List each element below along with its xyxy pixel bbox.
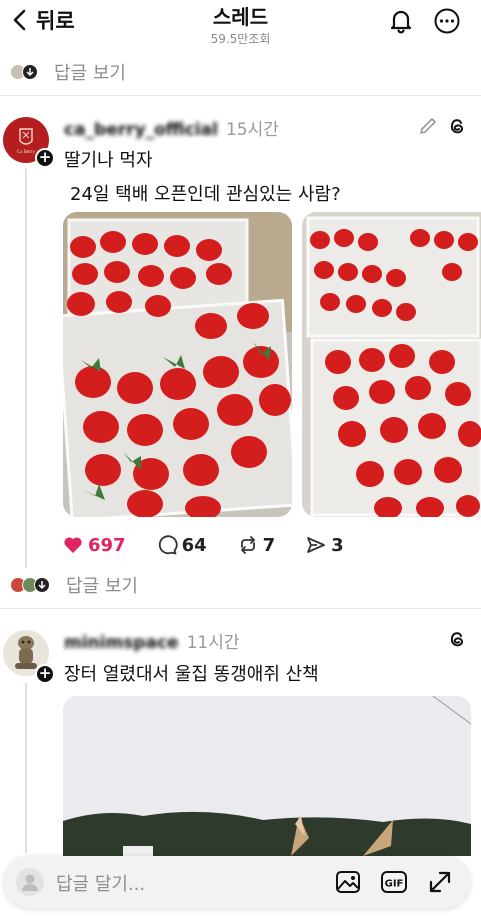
- comment-count: 64: [181, 534, 207, 556]
- view-replies-row[interactable]: 답글 보기: [0, 565, 481, 605]
- my-avatar: [16, 868, 44, 896]
- threads-logo-icon[interactable]: [446, 115, 468, 137]
- strawberry-photo: [63, 212, 292, 517]
- repost-button[interactable]: 7: [237, 534, 276, 556]
- reply-composer[interactable]: 답글 달기... GIF: [4, 856, 470, 908]
- comment-icon: [158, 535, 178, 555]
- username[interactable]: minimspace: [64, 633, 179, 653]
- follow-plus-icon[interactable]: +: [35, 148, 55, 168]
- share-count: 3: [331, 534, 344, 556]
- gif-icon[interactable]: GIF: [380, 868, 408, 896]
- post-time: 15시간: [225, 120, 279, 140]
- post-photo[interactable]: [63, 212, 292, 517]
- view-replies-row[interactable]: 답글 보기: [0, 52, 481, 92]
- more-options-icon[interactable]: [433, 7, 461, 35]
- like-button[interactable]: 697: [62, 534, 126, 556]
- follow-plus-icon[interactable]: +: [35, 664, 55, 684]
- post-time: 11시간: [186, 633, 240, 653]
- post-actions: 697 64 7 3: [62, 532, 374, 558]
- top-bar: 뒤로 스레드 59.5만조회: [0, 0, 481, 46]
- thread-line: [25, 168, 27, 568]
- svg-text:Ca Berry: Ca Berry: [17, 150, 36, 155]
- reply-avatar: [22, 64, 38, 80]
- post-photo[interactable]: [63, 696, 471, 856]
- arrow-down-icon: [38, 581, 46, 590]
- divider: [0, 95, 481, 96]
- user-icon: [22, 874, 38, 891]
- share-button[interactable]: 3: [305, 534, 344, 556]
- thread-line: [25, 683, 27, 853]
- reply-input-placeholder[interactable]: 답글 달기...: [56, 870, 145, 896]
- expand-icon[interactable]: [426, 868, 454, 896]
- send-icon: [307, 537, 326, 553]
- svg-text:GIF: GIF: [385, 879, 404, 890]
- repost-icon: [240, 536, 255, 554]
- view-replies-label: 답글 보기: [54, 63, 126, 84]
- repost-count: 7: [262, 534, 276, 556]
- username[interactable]: ca_berry_official: [64, 120, 218, 140]
- view-replies-label: 답글 보기: [66, 576, 138, 597]
- post-text-line: 딸기나 먹자: [64, 150, 153, 171]
- arrow-down-icon: [26, 68, 34, 77]
- dog-walk-photo: [63, 696, 471, 856]
- strawberry-photo: [302, 212, 481, 517]
- like-count: 697: [88, 534, 126, 556]
- image-icon[interactable]: [334, 868, 362, 896]
- post-header: minimspace 11시간: [64, 628, 239, 653]
- reply-avatars: [10, 64, 38, 80]
- post-header: ca_berry_official 15시간: [64, 115, 279, 140]
- bell-icon[interactable]: [387, 7, 415, 35]
- comment-button[interactable]: 64: [156, 534, 207, 556]
- heart-filled-icon: [64, 537, 82, 553]
- reply-avatar: [34, 577, 50, 593]
- post-text-line: 24일 택배 오픈인데 관심있는 사람?: [70, 184, 341, 205]
- divider: [0, 608, 481, 609]
- threads-logo-icon[interactable]: [446, 628, 468, 650]
- post-photo[interactable]: [302, 212, 481, 517]
- post-text-line: 장터 열렸대서 울집 똥갱애쥐 산책: [64, 664, 319, 685]
- pencil-icon[interactable]: [418, 116, 438, 136]
- reply-avatars: [10, 577, 50, 593]
